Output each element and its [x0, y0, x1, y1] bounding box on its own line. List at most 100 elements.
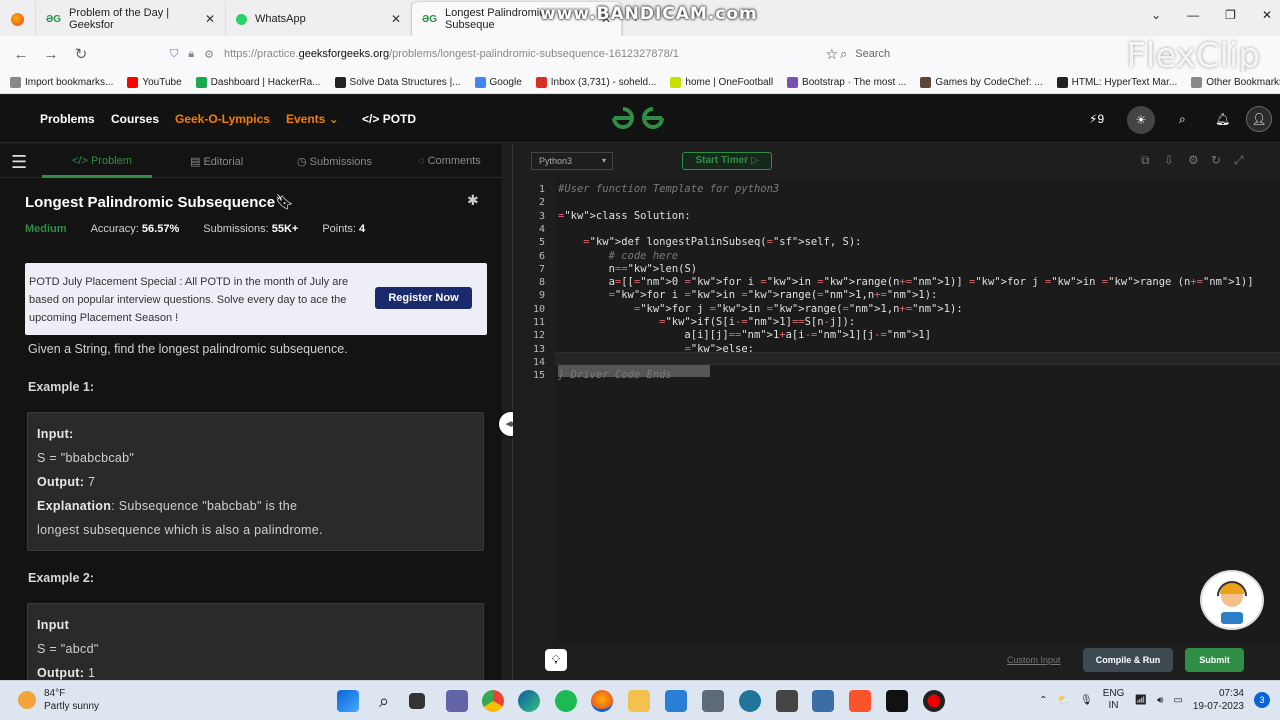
bookmark-item[interactable]: Bootstrap · The most ... — [787, 77, 906, 88]
close-tab-icon[interactable]: ✕ — [205, 12, 215, 26]
weather-widget[interactable]: 84°F Partly sunny — [18, 687, 99, 713]
editor-panel: Python3 ▾ Start Timer ▷ ⧉ ⇩ ⚙ ↻ ⤢ 1234567… — [513, 144, 1280, 680]
hamburger-menu-icon[interactable]: ☰ — [11, 152, 27, 173]
bookmark-item[interactable]: Import bookmarks... — [10, 77, 113, 88]
bell-icon[interactable]: 🔔︎ — [1215, 112, 1230, 126]
tab-problem[interactable]: </> Problem — [72, 155, 132, 167]
banner-text: POTD July Placement Special : All POTD i… — [29, 276, 349, 324]
bookmark-item[interactable]: home | OneFootball — [670, 77, 773, 88]
back-icon[interactable]: ← — [6, 46, 36, 63]
bookmark-item[interactable]: Games by CodeChef: ... — [920, 77, 1043, 88]
bookmark-favicon-icon — [127, 77, 139, 88]
bookmark-item[interactable]: Dashboard | HackerRa... — [195, 77, 321, 88]
language-select[interactable]: Python3 ▾ — [531, 152, 613, 170]
firefox-taskbar-icon[interactable] — [591, 690, 613, 712]
reload-icon[interactable]: ↻ — [66, 45, 96, 63]
bookmark-icon[interactable]: 🔖︎ — [275, 194, 294, 211]
bookmark-item[interactable]: HTML: HyperText Mar... — [1056, 77, 1177, 88]
chevron-down-icon: ⌄ — [328, 112, 339, 126]
star-icon[interactable]: ☆ — [825, 46, 838, 63]
restore-icon[interactable]: ❐ — [1225, 8, 1236, 22]
reset-icon[interactable]: ↻ — [1211, 153, 1221, 167]
active-tab-indicator — [42, 175, 152, 178]
bookmark-item[interactable]: Google — [474, 77, 522, 88]
nav-courses[interactable]: Courses — [111, 112, 159, 126]
tab-editorial[interactable]: ▤ Editorial — [190, 155, 243, 168]
task-view-icon[interactable] — [409, 693, 425, 709]
forward-icon[interactable]: → — [36, 46, 66, 63]
nav-geek-o-lympics[interactable]: Geek-O-Lympics — [175, 112, 270, 126]
file-explorer-icon[interactable] — [628, 690, 650, 712]
support-avatar[interactable] — [1200, 570, 1264, 630]
custom-input-link[interactable]: Custom Input — [1007, 655, 1061, 665]
language-indicator[interactable]: ENG IN — [1103, 688, 1125, 712]
code-line: a=[[="nm">0 ="kw">for i ="kw">in ="kw">r… — [558, 276, 1254, 289]
tab-comments[interactable]: ◌ Comments — [418, 155, 481, 167]
search-input[interactable]: ⌕ Search — [840, 42, 1090, 66]
points: Points: 4 — [322, 223, 366, 235]
spotify-icon[interactable] — [555, 690, 577, 712]
user-avatar-icon[interactable]: 👤︎ — [1246, 106, 1272, 132]
register-now-button[interactable]: Register Now — [375, 287, 472, 309]
tab-whatsapp[interactable]: WhatsApp ✕ — [226, 2, 412, 36]
chevron-up-icon[interactable]: ⌃ — [1039, 695, 1047, 706]
close-tab-icon[interactable]: ✕ — [391, 12, 401, 26]
copy-icon[interactable]: ⧉ — [1141, 153, 1150, 168]
microphone-icon[interactable]: 🎙︎ — [1080, 695, 1093, 706]
chrome-icon[interactable] — [482, 690, 504, 712]
minimize-icon[interactable]: — — [1187, 8, 1199, 22]
bookmark-item[interactable]: YouTube — [127, 77, 182, 88]
line-number: 1 — [538, 184, 545, 195]
firefox-menu[interactable] — [0, 2, 36, 36]
network-status-icon[interactable]: ⛅ — [1058, 695, 1070, 706]
bookmark-item[interactable]: Other Bookmarks — [1191, 77, 1280, 88]
window-controls: ⌄ — ❐ ✕ — [1151, 8, 1272, 22]
wordpress-icon[interactable] — [739, 690, 761, 712]
bug-report-icon[interactable]: ✱ — [467, 192, 479, 209]
clock[interactable]: 07:34 19-07-2023 — [1193, 687, 1244, 713]
nav-problems[interactable]: Problems — [40, 112, 95, 126]
code-editor[interactable]: #User function Template for python3 ="kw"… — [555, 178, 1280, 643]
nav-events[interactable]: Events ⌄ — [286, 112, 339, 126]
url-bar[interactable]: ⛉ 🔒︎ ⚙ https://practice.geeksforgeeks.or… — [170, 40, 838, 68]
lightbulb-icon[interactable]: 💡︎ — [545, 649, 567, 671]
start-timer-button[interactable]: Start Timer ▷ — [682, 152, 772, 170]
tab-potd[interactable]: ƏG Problem of the Day | Geeksfor ✕ — [36, 2, 226, 36]
search-icon: ⌕ — [840, 46, 848, 61]
theme-toggle-icon[interactable]: ☀ — [1127, 106, 1155, 134]
bookmark-label: Other Bookmarks — [1206, 77, 1280, 88]
volume-icon[interactable]: 🔊︎ — [1157, 695, 1163, 706]
input-label: Input — [37, 618, 70, 632]
submit-button[interactable]: Submit — [1185, 648, 1244, 672]
app-icon[interactable] — [776, 690, 798, 712]
wifi-icon[interactable]: 📶︎ — [1134, 695, 1147, 706]
notepad-icon[interactable] — [812, 690, 834, 712]
teams-icon[interactable] — [446, 690, 468, 712]
close-window-icon[interactable]: ✕ — [1262, 8, 1272, 22]
battery-icon[interactable]: ▭ — [1173, 695, 1182, 706]
bookmark-item[interactable]: Solve Data Structures |... — [334, 77, 461, 88]
tab-submissions[interactable]: ◷ Submissions — [297, 155, 372, 168]
terminal-icon[interactable] — [886, 690, 908, 712]
difficulty-badge: Medium — [25, 223, 67, 235]
notification-badge[interactable]: 3 — [1254, 692, 1270, 708]
nav-potd[interactable]: </> POTD — [362, 112, 416, 126]
compile-run-button[interactable]: Compile & Run — [1083, 648, 1173, 672]
search-icon[interactable]: ⌕ — [1179, 112, 1186, 127]
bookmark-item[interactable]: Inbox (3,731) - soheld... — [535, 77, 656, 88]
fullscreen-icon[interactable]: ⤢ — [1234, 153, 1244, 168]
gfg-logo[interactable] — [608, 103, 668, 133]
line-number: 10 — [532, 303, 545, 315]
vscode-icon[interactable] — [665, 690, 687, 712]
calculator-icon[interactable] — [702, 690, 724, 712]
list-tabs-icon[interactable]: ⌄ — [1151, 8, 1161, 22]
download-icon[interactable]: ⇩ — [1164, 153, 1174, 167]
start-icon[interactable] — [337, 690, 359, 712]
recorder-icon[interactable] — [923, 690, 945, 712]
streak-badge[interactable]: ⚡9 — [1089, 112, 1104, 126]
edge-icon[interactable] — [518, 690, 540, 712]
code-line: ="kw">else: — [684, 342, 754, 355]
search-icon[interactable]: ⌕ — [373, 690, 395, 712]
brave-icon[interactable] — [849, 690, 871, 712]
settings-icon[interactable]: ⚙ — [1188, 153, 1199, 167]
